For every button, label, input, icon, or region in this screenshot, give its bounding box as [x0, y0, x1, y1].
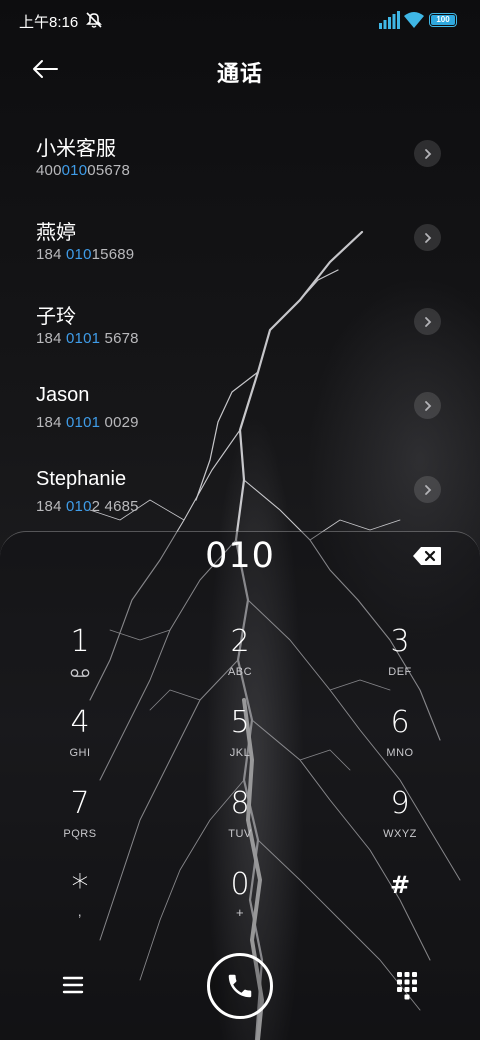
- contact-number: 184 0101 0029: [36, 414, 139, 431]
- key-digit: 0: [230, 867, 250, 902]
- contact-number: 184 0102 4685: [36, 498, 139, 515]
- contact-details-button[interactable]: [414, 308, 441, 335]
- phone-icon: [228, 974, 252, 998]
- battery-icon: 100: [429, 13, 457, 27]
- contact-name: 燕婷: [36, 222, 76, 244]
- call-button[interactable]: [207, 953, 273, 1019]
- key-digit: 2: [230, 624, 250, 659]
- backspace-icon[interactable]: [412, 546, 442, 566]
- key-digit: 4: [70, 705, 90, 740]
- key-hash[interactable]: #: [340, 867, 460, 937]
- signal-icon: [379, 11, 400, 29]
- chevron-right-icon: [424, 148, 431, 159]
- contact-details-button[interactable]: [414, 476, 441, 503]
- contact-item[interactable]: 燕婷 184 01015689: [0, 216, 480, 300]
- key-8[interactable]: 8 TUV: [180, 786, 300, 856]
- key-digit: *: [71, 867, 89, 907]
- key-letters: ,: [77, 903, 83, 919]
- contact-details-button[interactable]: [414, 392, 441, 419]
- key-digit: 3: [390, 624, 410, 659]
- key-letters: WXYZ: [383, 828, 417, 840]
- keypad-icon[interactable]: [394, 970, 420, 1000]
- voicemail-icon: [70, 669, 90, 677]
- key-letters: GHI: [69, 747, 91, 759]
- contact-number: 184 0101 5678: [36, 330, 139, 347]
- status-time: 上午8:16: [19, 14, 79, 31]
- key-letters: TUV: [228, 828, 252, 840]
- contact-name: 小米客服: [36, 138, 116, 160]
- mute-icon: [86, 12, 102, 28]
- contact-number: 184 01015689: [36, 246, 135, 263]
- key-digit: 6: [390, 705, 410, 740]
- chevron-right-icon: [424, 484, 431, 495]
- contact-name: 子玲: [36, 306, 76, 328]
- key-0[interactable]: 0 +: [180, 867, 300, 937]
- menu-icon[interactable]: [60, 973, 86, 997]
- key-2[interactable]: 2 ABC: [180, 624, 300, 694]
- key-star[interactable]: * ,: [20, 867, 140, 937]
- key-digit: 7: [70, 786, 90, 821]
- key-9[interactable]: 9 WXYZ: [340, 786, 460, 856]
- key-digit: 5: [230, 705, 250, 740]
- battery-level: 100: [431, 15, 455, 25]
- dialed-number: 010: [205, 536, 275, 576]
- key-letters: JKL: [229, 747, 251, 759]
- key-1[interactable]: 1: [20, 624, 140, 694]
- page-title: 通话: [216, 61, 263, 86]
- contact-details-button[interactable]: [414, 140, 441, 167]
- contact-details-button[interactable]: [414, 224, 441, 251]
- key-letters: PQRS: [63, 828, 97, 840]
- key-6[interactable]: 6 MNO: [340, 705, 460, 775]
- chevron-right-icon: [424, 400, 431, 411]
- key-digit: 9: [390, 786, 410, 821]
- status-bar: 上午8:16 100: [0, 0, 480, 40]
- key-5[interactable]: 5 JKL: [180, 705, 300, 775]
- contact-name: Jason: [36, 384, 90, 406]
- key-letters: DEF: [388, 666, 412, 678]
- key-digit: 1: [70, 624, 90, 659]
- contact-item[interactable]: Jason 184 0101 0029: [0, 384, 480, 468]
- contact-name: Stephanie: [36, 468, 127, 490]
- key-letters: +: [235, 905, 245, 920]
- contact-number: 40001005678: [36, 162, 130, 179]
- key-4[interactable]: 4 GHI: [20, 705, 140, 775]
- contact-item[interactable]: 小米客服 40001005678: [0, 132, 480, 216]
- chevron-right-icon: [424, 232, 431, 243]
- key-7[interactable]: 7 PQRS: [20, 786, 140, 856]
- key-letters: ABC: [227, 666, 253, 678]
- chevron-right-icon: [424, 316, 431, 327]
- key-3[interactable]: 3 DEF: [340, 624, 460, 694]
- wifi-icon: [404, 12, 424, 28]
- key-digit: 8: [230, 786, 250, 821]
- key-digit: #: [389, 871, 411, 899]
- key-letters: MNO: [386, 747, 414, 759]
- contact-item[interactable]: 子玲 184 0101 5678: [0, 300, 480, 384]
